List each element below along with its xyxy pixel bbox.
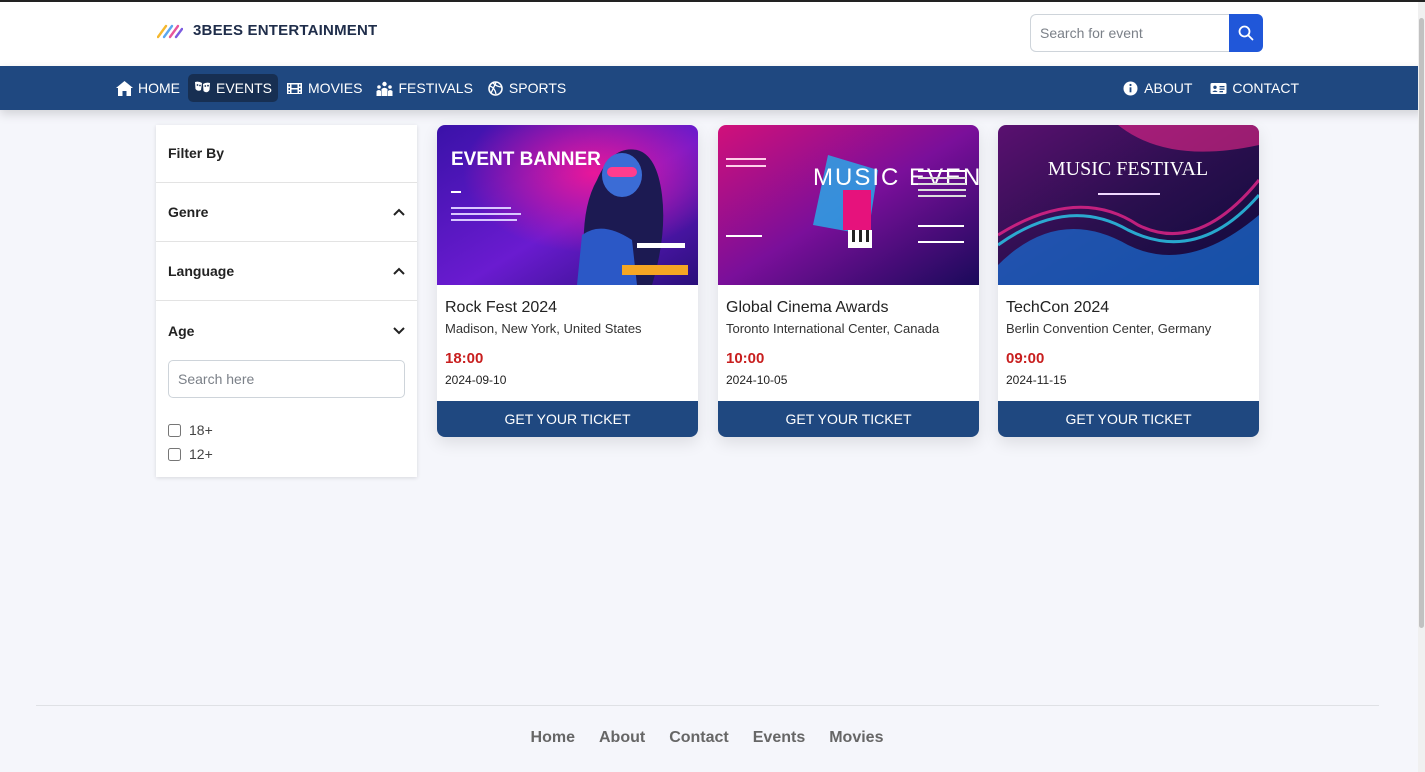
age-12-checkbox[interactable] bbox=[168, 447, 181, 461]
age-12-label: 12+ bbox=[189, 446, 213, 462]
brand[interactable]: 3BEES ENTERTAINMENT bbox=[157, 22, 377, 39]
ball-icon bbox=[488, 80, 503, 96]
event-time: 10:00 bbox=[726, 350, 765, 367]
poster-headline-text: EVENT BANNER bbox=[451, 149, 601, 170]
nav-events[interactable]: EVENTS bbox=[188, 74, 279, 102]
film-icon bbox=[287, 82, 303, 94]
nav-about-label: ABOUT bbox=[1144, 80, 1193, 96]
event-location: Madison, New York, United States bbox=[445, 321, 642, 336]
chevron-up-icon bbox=[393, 267, 405, 275]
filter-language-toggle[interactable]: Language bbox=[156, 242, 417, 301]
nav-sports-label: SPORTS bbox=[508, 80, 567, 96]
filter-age-toggle[interactable]: Age bbox=[156, 301, 417, 360]
nav-home[interactable]: HOME bbox=[110, 74, 186, 102]
filter-language-label: Language bbox=[168, 263, 235, 279]
page-scrollbar[interactable] bbox=[1418, 2, 1425, 772]
event-location: Toronto International Center, Canada bbox=[726, 321, 940, 336]
get-ticket-button[interactable]: GET YOUR TICKET bbox=[718, 401, 979, 437]
event-card: MUSIC FESTIVAL TechCon 2024 Berlin Conve… bbox=[998, 125, 1259, 437]
footer-nav: Home About Contact Events Movies bbox=[0, 729, 1414, 747]
nav-sports[interactable]: SPORTS bbox=[481, 74, 572, 102]
filter-genre-label: Genre bbox=[168, 204, 209, 220]
filter-title: Filter By bbox=[156, 125, 417, 183]
nav-events-label: EVENTS bbox=[216, 80, 273, 96]
nav-home-label: HOME bbox=[138, 80, 180, 96]
footer-link-events[interactable]: Events bbox=[753, 729, 805, 747]
age-filter-body: 18+ 12+ bbox=[156, 360, 417, 466]
nav-festivals[interactable]: FESTIVALS bbox=[370, 74, 478, 102]
event-time: 09:00 bbox=[1006, 350, 1045, 367]
brand-name: 3BEES ENTERTAINMENT bbox=[193, 22, 378, 39]
age-option-12[interactable]: 12+ bbox=[168, 442, 405, 466]
footer-link-movies[interactable]: Movies bbox=[829, 729, 883, 747]
home-icon bbox=[116, 80, 133, 96]
age-18-checkbox[interactable] bbox=[168, 423, 181, 437]
filter-age-label: Age bbox=[168, 322, 195, 339]
nav-contact-label: CONTACT bbox=[1232, 80, 1299, 96]
filter-genre-toggle[interactable]: Genre bbox=[156, 183, 417, 242]
info-icon bbox=[1123, 81, 1138, 95]
footer-link-about[interactable]: About bbox=[599, 729, 645, 747]
crowd-icon bbox=[376, 81, 393, 96]
top-header: 3BEES ENTERTAINMENT bbox=[0, 2, 1425, 66]
nav-movies-label: MOVIES bbox=[308, 80, 363, 96]
event-poster-image[interactable]: EVENT BANNER bbox=[437, 125, 698, 285]
search-button[interactable] bbox=[1229, 14, 1263, 52]
footer-link-home[interactable]: Home bbox=[531, 729, 575, 747]
get-ticket-button[interactable]: GET YOUR TICKET bbox=[437, 401, 698, 437]
chevron-down-icon bbox=[393, 326, 405, 334]
event-search-input[interactable] bbox=[1030, 14, 1229, 52]
footer-link-contact[interactable]: Contact bbox=[669, 729, 729, 747]
footer-divider bbox=[36, 705, 1379, 706]
event-date: 2024-11-15 bbox=[1006, 373, 1067, 387]
contact-card-icon bbox=[1210, 82, 1227, 94]
event-card: MUSIC EVENT Global Cinema Awards Toronto… bbox=[718, 125, 979, 437]
event-title: Rock Fest 2024 bbox=[445, 299, 558, 316]
event-card: EVENT BANNER Rock Fest 2024 Madison, New… bbox=[437, 125, 698, 437]
event-date: 2024-10-05 bbox=[726, 373, 788, 387]
get-ticket-button[interactable]: GET YOUR TICKET bbox=[998, 401, 1259, 437]
event-search bbox=[1030, 14, 1263, 52]
event-poster-image[interactable]: MUSIC FESTIVAL bbox=[998, 125, 1259, 285]
nav-movies[interactable]: MOVIES bbox=[280, 74, 368, 102]
event-location: Berlin Convention Center, Germany bbox=[1006, 321, 1212, 336]
event-poster-image[interactable]: MUSIC EVENT bbox=[718, 125, 979, 285]
age-option-18[interactable]: 18+ bbox=[168, 418, 405, 442]
nav-festivals-label: FESTIVALS bbox=[398, 80, 473, 96]
nav-about[interactable]: ABOUT bbox=[1116, 74, 1198, 102]
main-navbar: HOME EVENTS MOVIES FESTIVALS SPORTS ABOU… bbox=[0, 66, 1425, 110]
scrollbar-thumb[interactable] bbox=[1419, 18, 1424, 628]
age-18-label: 18+ bbox=[189, 422, 213, 438]
event-date: 2024-09-10 bbox=[445, 373, 507, 387]
event-time: 18:00 bbox=[445, 350, 484, 367]
event-title: Global Cinema Awards bbox=[726, 299, 889, 316]
event-title: TechCon 2024 bbox=[1006, 299, 1110, 316]
chevron-up-icon bbox=[393, 208, 405, 216]
poster-headline-text: MUSIC FESTIVAL bbox=[1048, 158, 1208, 180]
search-icon bbox=[1238, 25, 1254, 41]
nav-contact[interactable]: CONTACT bbox=[1204, 74, 1305, 102]
age-search-input[interactable] bbox=[168, 360, 405, 398]
filter-sidebar: Filter By Genre Language Age 18+ 12+ bbox=[156, 125, 417, 477]
brand-logo-icon bbox=[157, 24, 183, 38]
masks-icon bbox=[195, 81, 210, 92]
